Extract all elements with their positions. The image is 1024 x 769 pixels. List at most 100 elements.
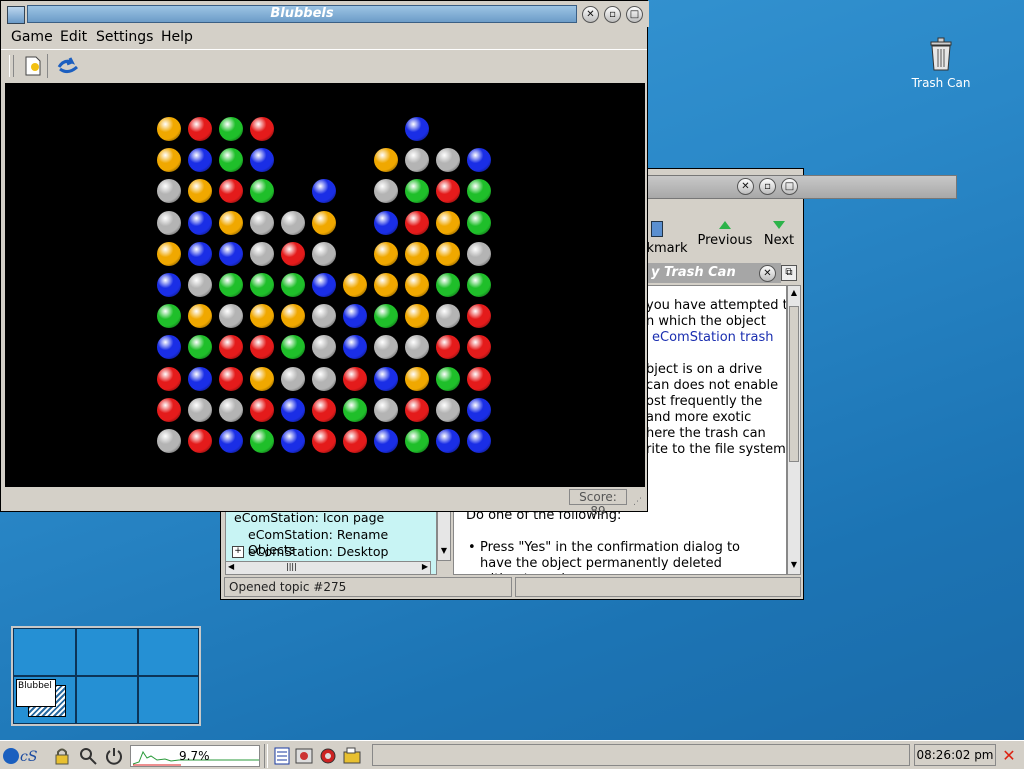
ball-green[interactable] — [405, 429, 429, 453]
ball-red[interactable] — [281, 241, 305, 266]
ball-gray[interactable] — [157, 210, 181, 235]
ball-orange[interactable] — [405, 241, 429, 266]
task-list-area[interactable] — [372, 744, 910, 766]
toc-scroll-down-icon[interactable]: ▼ — [437, 509, 451, 561]
ball-blue[interactable] — [405, 117, 429, 141]
desktop-cell[interactable] — [76, 628, 138, 676]
ball-red[interactable] — [343, 366, 367, 391]
ball-gray[interactable] — [219, 397, 243, 422]
ball-green[interactable] — [188, 335, 212, 360]
ball-red[interactable] — [219, 179, 243, 204]
ball-gray[interactable] — [157, 179, 181, 204]
help-restore-button[interactable]: ▫ — [759, 178, 776, 195]
desktop-cell[interactable] — [76, 676, 138, 724]
ball-green[interactable] — [219, 273, 243, 297]
ball-gray[interactable] — [312, 304, 336, 329]
ball-green[interactable] — [467, 273, 491, 297]
ball-green[interactable] — [250, 179, 274, 204]
game-close-button[interactable]: ✕ — [582, 6, 599, 23]
trash-can-desktop-icon[interactable]: Trash Can — [906, 36, 976, 90]
game-board[interactable] — [5, 83, 645, 487]
ball-red[interactable] — [467, 304, 491, 329]
scroll-up-icon[interactable]: ▲ — [789, 288, 799, 300]
ball-green[interactable] — [374, 304, 398, 329]
ball-orange[interactable] — [405, 304, 429, 329]
ball-blue[interactable] — [219, 429, 243, 453]
ball-gray[interactable] — [405, 335, 429, 360]
ball-gray[interactable] — [436, 397, 460, 422]
undo-icon[interactable] — [56, 55, 80, 77]
previous-button[interactable]: Previous — [697, 221, 753, 248]
ball-gray[interactable] — [281, 366, 305, 391]
game-restore-button[interactable]: ▫ — [604, 6, 621, 23]
ball-orange[interactable] — [157, 241, 181, 266]
ball-orange[interactable] — [405, 273, 429, 297]
ball-blue[interactable] — [374, 210, 398, 235]
menu-settings[interactable]: Settings — [96, 29, 153, 45]
ball-gray[interactable] — [405, 148, 429, 173]
ball-red[interactable] — [436, 179, 460, 204]
ball-orange[interactable] — [374, 148, 398, 173]
toc-horizontal-scrollbar[interactable]: ◀ |||| ▶ — [225, 561, 431, 575]
window-menu-icon[interactable] — [7, 6, 25, 24]
ball-blue[interactable] — [157, 273, 181, 297]
ball-blue[interactable] — [281, 397, 305, 422]
ball-gray[interactable] — [312, 241, 336, 266]
search-icon[interactable] — [78, 746, 98, 766]
ball-gray[interactable] — [467, 241, 491, 266]
ball-red[interactable] — [219, 366, 243, 391]
ball-red[interactable] — [250, 397, 274, 422]
ball-orange[interactable] — [343, 273, 367, 297]
pane-close-button[interactable]: ✕ — [759, 265, 776, 282]
ball-blue[interactable] — [374, 366, 398, 391]
system-setup-icon[interactable] — [294, 746, 314, 766]
scroll-thumb-grip[interactable]: |||| — [286, 562, 297, 571]
desktop-cell-active[interactable]: Blubbel — [13, 676, 76, 724]
ball-blue[interactable] — [188, 366, 212, 391]
ball-orange[interactable] — [250, 366, 274, 391]
ball-red[interactable] — [250, 117, 274, 141]
ball-blue[interactable] — [250, 148, 274, 173]
ball-red[interactable] — [157, 366, 181, 391]
ball-green[interactable] — [157, 304, 181, 329]
scroll-thumb[interactable] — [789, 306, 799, 462]
game-maximize-button[interactable]: □ — [626, 6, 643, 23]
ball-blue[interactable] — [157, 335, 181, 360]
toolbar-handle[interactable] — [9, 55, 14, 77]
ball-green[interactable] — [343, 397, 367, 422]
ball-red[interactable] — [405, 210, 429, 235]
ball-red[interactable] — [312, 397, 336, 422]
expand-icon[interactable]: + — [232, 546, 244, 558]
ball-green[interactable] — [281, 335, 305, 360]
ball-orange[interactable] — [374, 241, 398, 266]
menu-game[interactable]: Game — [11, 29, 53, 45]
ball-green[interactable] — [250, 429, 274, 453]
pane-restore-button[interactable]: ⧉ — [781, 265, 797, 281]
ball-gray[interactable] — [188, 397, 212, 422]
ball-blue[interactable] — [467, 429, 491, 453]
ball-orange[interactable] — [405, 366, 429, 391]
ball-gray[interactable] — [374, 397, 398, 422]
ball-blue[interactable] — [343, 304, 367, 329]
power-icon[interactable] — [104, 746, 124, 766]
ball-orange[interactable] — [188, 304, 212, 329]
ball-gray[interactable] — [374, 179, 398, 204]
bookmark-button[interactable]: kmark — [645, 221, 689, 256]
ball-gray[interactable] — [312, 366, 336, 391]
ball-orange[interactable] — [219, 210, 243, 235]
scroll-right-icon[interactable]: ▶ — [422, 562, 428, 571]
ball-red[interactable] — [219, 335, 243, 360]
ball-red[interactable] — [157, 397, 181, 422]
game-title-bar[interactable]: Blubbels — [27, 5, 577, 23]
ball-red[interactable] — [343, 429, 367, 453]
ball-red[interactable] — [312, 429, 336, 453]
ball-blue[interactable] — [436, 429, 460, 453]
desktop-cell[interactable] — [13, 628, 76, 676]
ball-orange[interactable] — [250, 304, 274, 329]
ball-blue[interactable] — [374, 429, 398, 453]
ball-blue[interactable] — [219, 241, 243, 266]
toc-item[interactable]: eComStation: Desktop — [248, 544, 388, 559]
ball-orange[interactable] — [436, 241, 460, 266]
ball-green[interactable] — [405, 179, 429, 204]
ball-blue[interactable] — [312, 179, 336, 204]
